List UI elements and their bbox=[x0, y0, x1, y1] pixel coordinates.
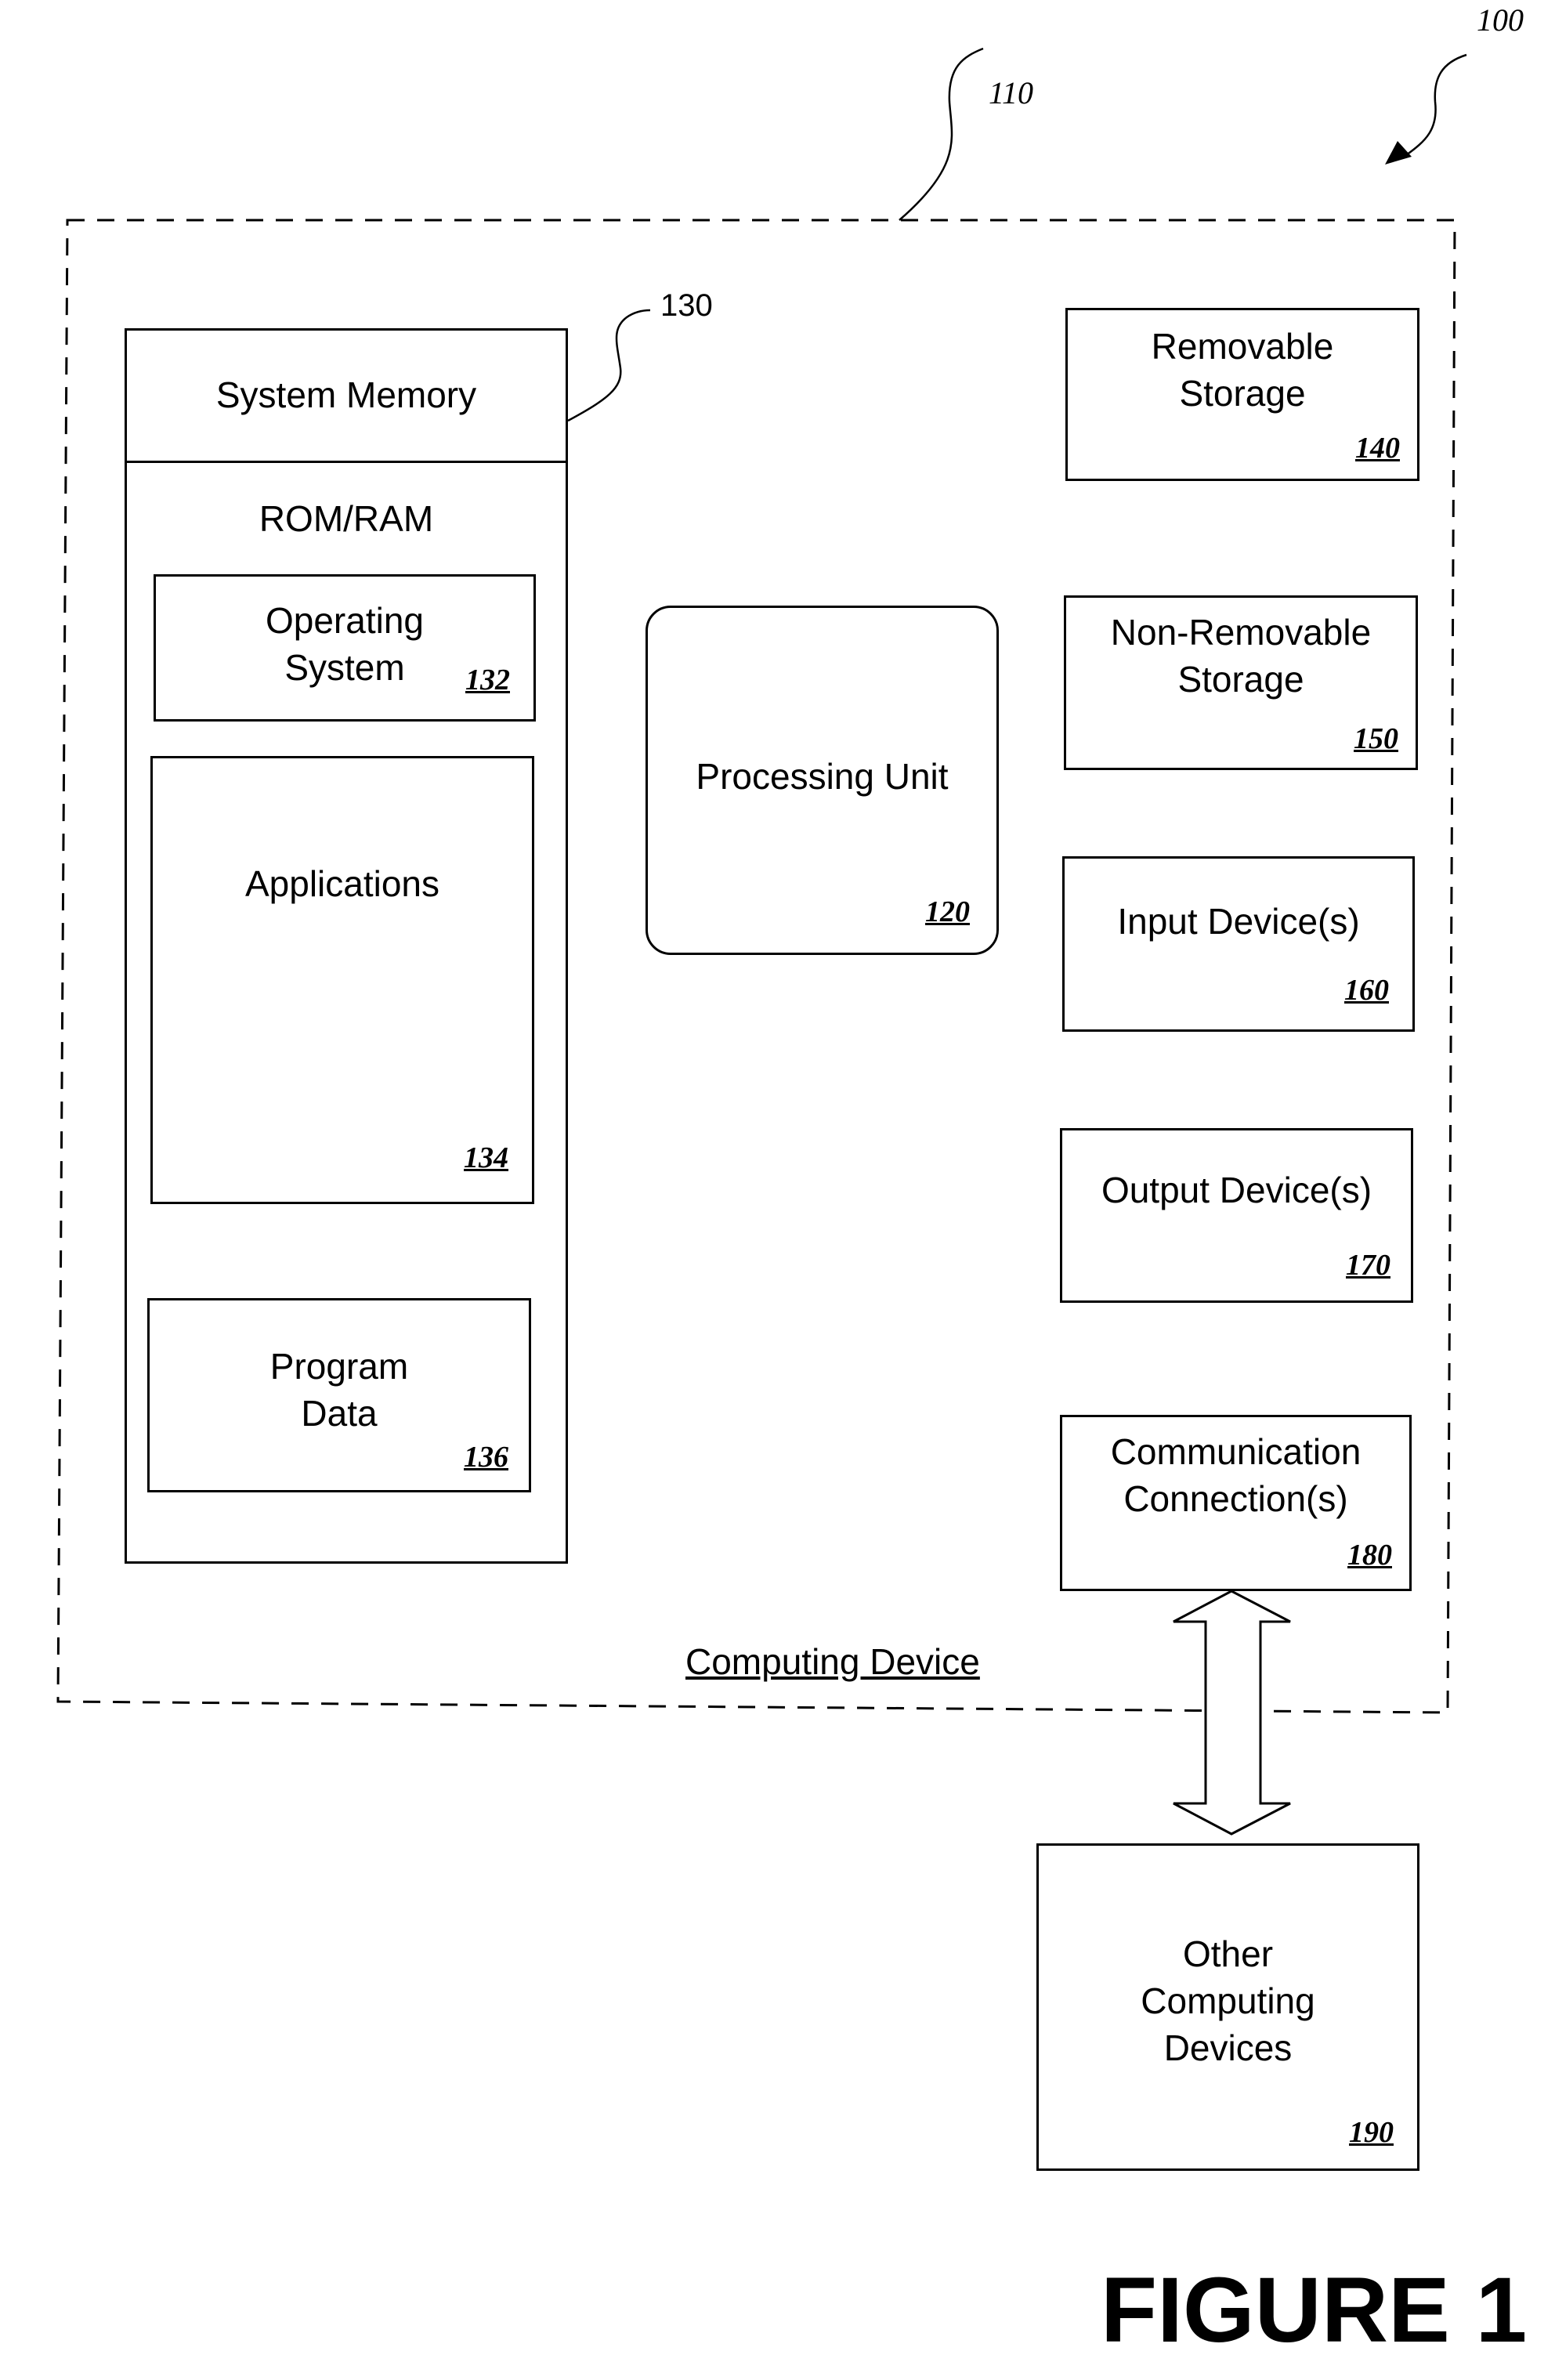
system-memory-header: System Memory bbox=[127, 331, 566, 463]
leader-100 bbox=[1405, 53, 1467, 157]
processing-unit-label: Processing Unit bbox=[696, 756, 949, 797]
ref-140: 140 bbox=[1355, 432, 1400, 465]
program-data-box: Program Data 136 bbox=[147, 1298, 531, 1492]
ref-120: 120 bbox=[925, 895, 970, 928]
ref-190: 190 bbox=[1349, 2116, 1394, 2149]
ref-132: 132 bbox=[465, 664, 510, 696]
ref-label-110: 110 bbox=[989, 75, 1034, 110]
communication-connections-box: Communication Connection(s) 180 bbox=[1060, 1415, 1412, 1591]
output-devices-box: Output Device(s) 170 bbox=[1060, 1128, 1413, 1303]
leader-130 bbox=[567, 309, 651, 422]
computing-device-caption: Computing Device bbox=[685, 1641, 980, 1682]
bidirectional-arrow-icon bbox=[1173, 1590, 1291, 1836]
applications-box: Applications 134 bbox=[150, 756, 534, 1204]
ref-136: 136 bbox=[464, 1441, 508, 1474]
other-computing-devices-label: Other Computing Devices bbox=[1141, 1933, 1315, 2068]
non-removable-storage-label: Non-Removable Storage bbox=[1110, 612, 1372, 700]
input-devices-box: Input Device(s) 160 bbox=[1062, 856, 1415, 1032]
arrowhead-100-icon bbox=[1385, 141, 1412, 165]
rom-ram-label: ROM/RAM bbox=[259, 498, 434, 539]
applications-label: Applications bbox=[244, 863, 440, 904]
leader-110 bbox=[899, 47, 984, 221]
patent-figure: 100 110 130 System Memory ROM/RAM Operat… bbox=[0, 0, 1555, 2380]
ref-134: 134 bbox=[464, 1141, 508, 1174]
figure-title: FIGURE 1 bbox=[1101, 2259, 1528, 2362]
system-memory-title: System Memory bbox=[215, 374, 477, 415]
ref-150: 150 bbox=[1354, 722, 1398, 755]
ref-170: 170 bbox=[1346, 1249, 1390, 1282]
ref-label-100: 100 bbox=[1477, 2, 1524, 38]
non-removable-storage-box: Non-Removable Storage 150 bbox=[1064, 595, 1418, 770]
processing-unit-box: Processing Unit 120 bbox=[646, 606, 999, 955]
program-data-label: Program Data bbox=[269, 1346, 409, 1434]
communication-connections-label: Communication Connection(s) bbox=[1110, 1431, 1362, 1519]
ref-160: 160 bbox=[1344, 974, 1389, 1007]
ref-180: 180 bbox=[1347, 1539, 1392, 1572]
output-devices-label: Output Device(s) bbox=[1101, 1170, 1372, 1210]
other-computing-devices-box: Other Computing Devices 190 bbox=[1036, 1843, 1419, 2171]
operating-system-box: Operating System 132 bbox=[154, 574, 536, 722]
removable-storage-label: Removable Storage bbox=[1151, 326, 1334, 414]
removable-storage-box: Removable Storage 140 bbox=[1065, 308, 1419, 481]
ref-label-130: 130 bbox=[660, 288, 713, 323]
input-devices-label: Input Device(s) bbox=[1117, 901, 1360, 942]
